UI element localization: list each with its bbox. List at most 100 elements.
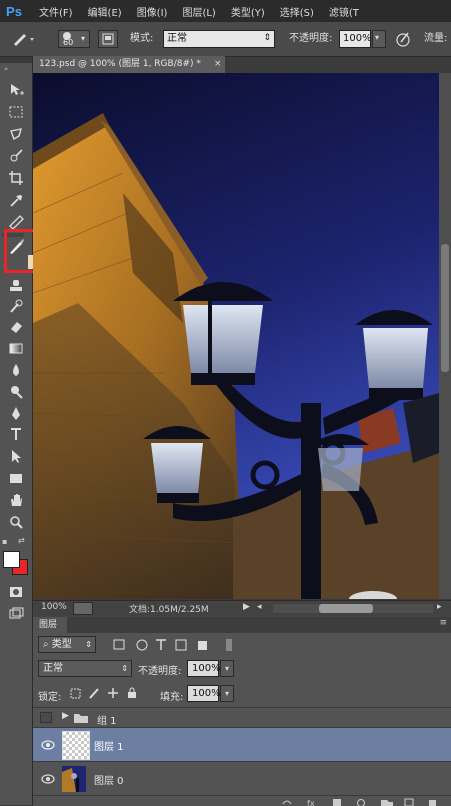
lock-transparency-icon[interactable] <box>71 689 80 698</box>
adjustment-layer-icon[interactable] <box>358 800 365 806</box>
opacity-dropdown[interactable]: ▾ <box>372 30 386 48</box>
history-brush-icon <box>8 298 24 314</box>
trash-icon[interactable] <box>429 800 436 806</box>
horizontal-scrollbar-thumb[interactable] <box>319 604 373 613</box>
lasso-tool[interactable] <box>6 125 26 143</box>
blur-tool[interactable] <box>6 361 26 379</box>
filter-smart-object-icon[interactable] <box>198 641 207 650</box>
filter-shape-icon[interactable] <box>176 640 186 650</box>
fill-value: 100% <box>192 688 221 699</box>
gradient-icon <box>8 340 24 356</box>
eraser-tool[interactable] <box>6 317 26 335</box>
foreground-color-swatch[interactable] <box>3 551 20 568</box>
path-select-tool[interactable] <box>6 447 26 465</box>
filter-pixel-icon[interactable] <box>114 640 124 649</box>
quick-mask-icon <box>8 584 24 600</box>
link-layers-icon[interactable] <box>283 801 291 804</box>
blend-mode-select[interactable]: 正常 ⇕ <box>38 660 132 677</box>
chevron-down-icon[interactable]: ▾ <box>220 685 234 702</box>
document-tab[interactable]: 123.psd @ 100% (图层 1, RGB/8#) * <box>33 56 225 73</box>
fill-input[interactable]: 100% <box>187 685 219 702</box>
brush-panel-toggle[interactable] <box>98 30 118 48</box>
vertical-scrollbar-thumb[interactable] <box>441 244 449 372</box>
eye-icon[interactable] <box>41 774 55 784</box>
layer-thumbnail-transparent <box>62 731 90 760</box>
menu-select[interactable]: 选择(S) <box>280 4 314 19</box>
filter-adjustment-icon[interactable] <box>137 640 147 650</box>
menu-filter[interactable]: 滤镜(T <box>329 4 359 19</box>
layer-row-image[interactable]: 图层 0 <box>33 761 451 795</box>
shape-tool[interactable] <box>6 469 26 487</box>
close-icon[interactable]: × <box>214 57 224 71</box>
layer-row-selected[interactable]: 图层 1 <box>33 727 451 761</box>
layer-thumbnail-photo <box>62 766 86 792</box>
layer-filter-select[interactable]: ⌕ 类型 ⇕ <box>38 636 96 653</box>
crop-tool[interactable] <box>6 169 26 187</box>
menu-file[interactable]: 文件(F) <box>39 4 73 19</box>
marquee-tool[interactable] <box>6 103 26 121</box>
hand-tool[interactable] <box>6 491 26 509</box>
document-canvas[interactable] <box>33 73 439 599</box>
menu-layer[interactable]: 图层(L) <box>182 4 215 19</box>
screen-mode-button[interactable] <box>6 605 26 623</box>
lock-position-icon[interactable] <box>108 688 118 698</box>
collapse-icon[interactable]: » <box>4 65 8 73</box>
filter-type-icon[interactable] <box>156 640 166 650</box>
lock-pixels-icon[interactable] <box>90 689 98 698</box>
eyedropper-icon <box>8 192 24 208</box>
visibility-toggle-empty[interactable] <box>40 712 52 723</box>
scroll-right-icon[interactable]: ▸ <box>437 602 442 612</box>
expand-arrow-icon[interactable]: ▶ <box>62 711 69 721</box>
doc-profile-icon[interactable] <box>73 602 93 615</box>
quick-mask-button[interactable] <box>6 583 26 601</box>
eraser-icon <box>8 318 24 334</box>
panel-menu-icon[interactable]: ≡ <box>439 618 447 628</box>
quick-select-tool[interactable] <box>6 147 26 165</box>
gradient-tool[interactable] <box>6 339 26 357</box>
history-brush-tool[interactable] <box>6 297 26 315</box>
chevron-down-icon[interactable]: ▾ <box>220 660 234 677</box>
zoom-level[interactable]: 100% <box>41 602 67 612</box>
menu-edit[interactable]: 编辑(E) <box>88 4 122 19</box>
clone-stamp-icon <box>8 278 24 294</box>
mode-value: 正常 <box>167 33 187 44</box>
zoom-tool[interactable] <box>6 513 26 531</box>
move-tool[interactable] <box>6 81 26 99</box>
tool-preset-picker[interactable] <box>8 30 38 48</box>
menu-type[interactable]: 类型(Y) <box>231 4 265 19</box>
brush-size-picker[interactable]: 60 ▾ <box>58 30 90 48</box>
layer-name[interactable]: 图层 0 <box>94 772 124 787</box>
clone-stamp-tool[interactable] <box>6 277 26 295</box>
status-menu-arrow-icon[interactable]: ▶ <box>243 602 250 612</box>
default-colors-icon[interactable]: ▪ <box>2 537 7 546</box>
swap-colors-icon[interactable]: ⇄ <box>18 536 25 545</box>
pressure-pen-icon <box>394 30 412 48</box>
lock-label: 锁定: <box>38 688 61 703</box>
layer-row-group[interactable]: ▶ 组 1 <box>33 707 451 727</box>
dodge-icon <box>8 384 24 400</box>
layer-filter-value: 类型 <box>52 639 72 650</box>
pressure-opacity-toggle[interactable] <box>394 30 412 48</box>
filter-toggle-switch[interactable] <box>226 639 232 651</box>
dodge-tool[interactable] <box>6 383 26 401</box>
layer-name[interactable]: 图层 1 <box>94 738 124 753</box>
type-tool[interactable] <box>6 425 26 443</box>
menu-image[interactable]: 图像(I) <box>137 4 168 19</box>
opacity-input[interactable]: 100% <box>339 30 371 48</box>
eye-icon[interactable] <box>41 740 55 750</box>
layer-opacity-input[interactable]: 100% <box>187 660 219 677</box>
new-group-icon[interactable] <box>381 800 393 806</box>
layer-name[interactable]: 组 1 <box>97 712 117 727</box>
eyedropper-tool[interactable] <box>6 191 26 209</box>
lock-all-icon[interactable] <box>128 692 136 698</box>
pen-tool[interactable] <box>6 405 26 423</box>
lock-options[interactable] <box>70 686 140 700</box>
tab-layers[interactable]: 图层 <box>33 617 67 633</box>
mode-select[interactable]: 正常 ⇕ <box>163 30 275 48</box>
marquee-icon <box>8 104 24 120</box>
select-arrows-icon: ⇕ <box>263 31 271 45</box>
panel-grip[interactable] <box>0 57 32 63</box>
brush-panel-icon <box>99 31 117 47</box>
layer-filter-icons[interactable] <box>112 638 234 652</box>
scroll-left-icon[interactable]: ◂ <box>257 602 262 612</box>
